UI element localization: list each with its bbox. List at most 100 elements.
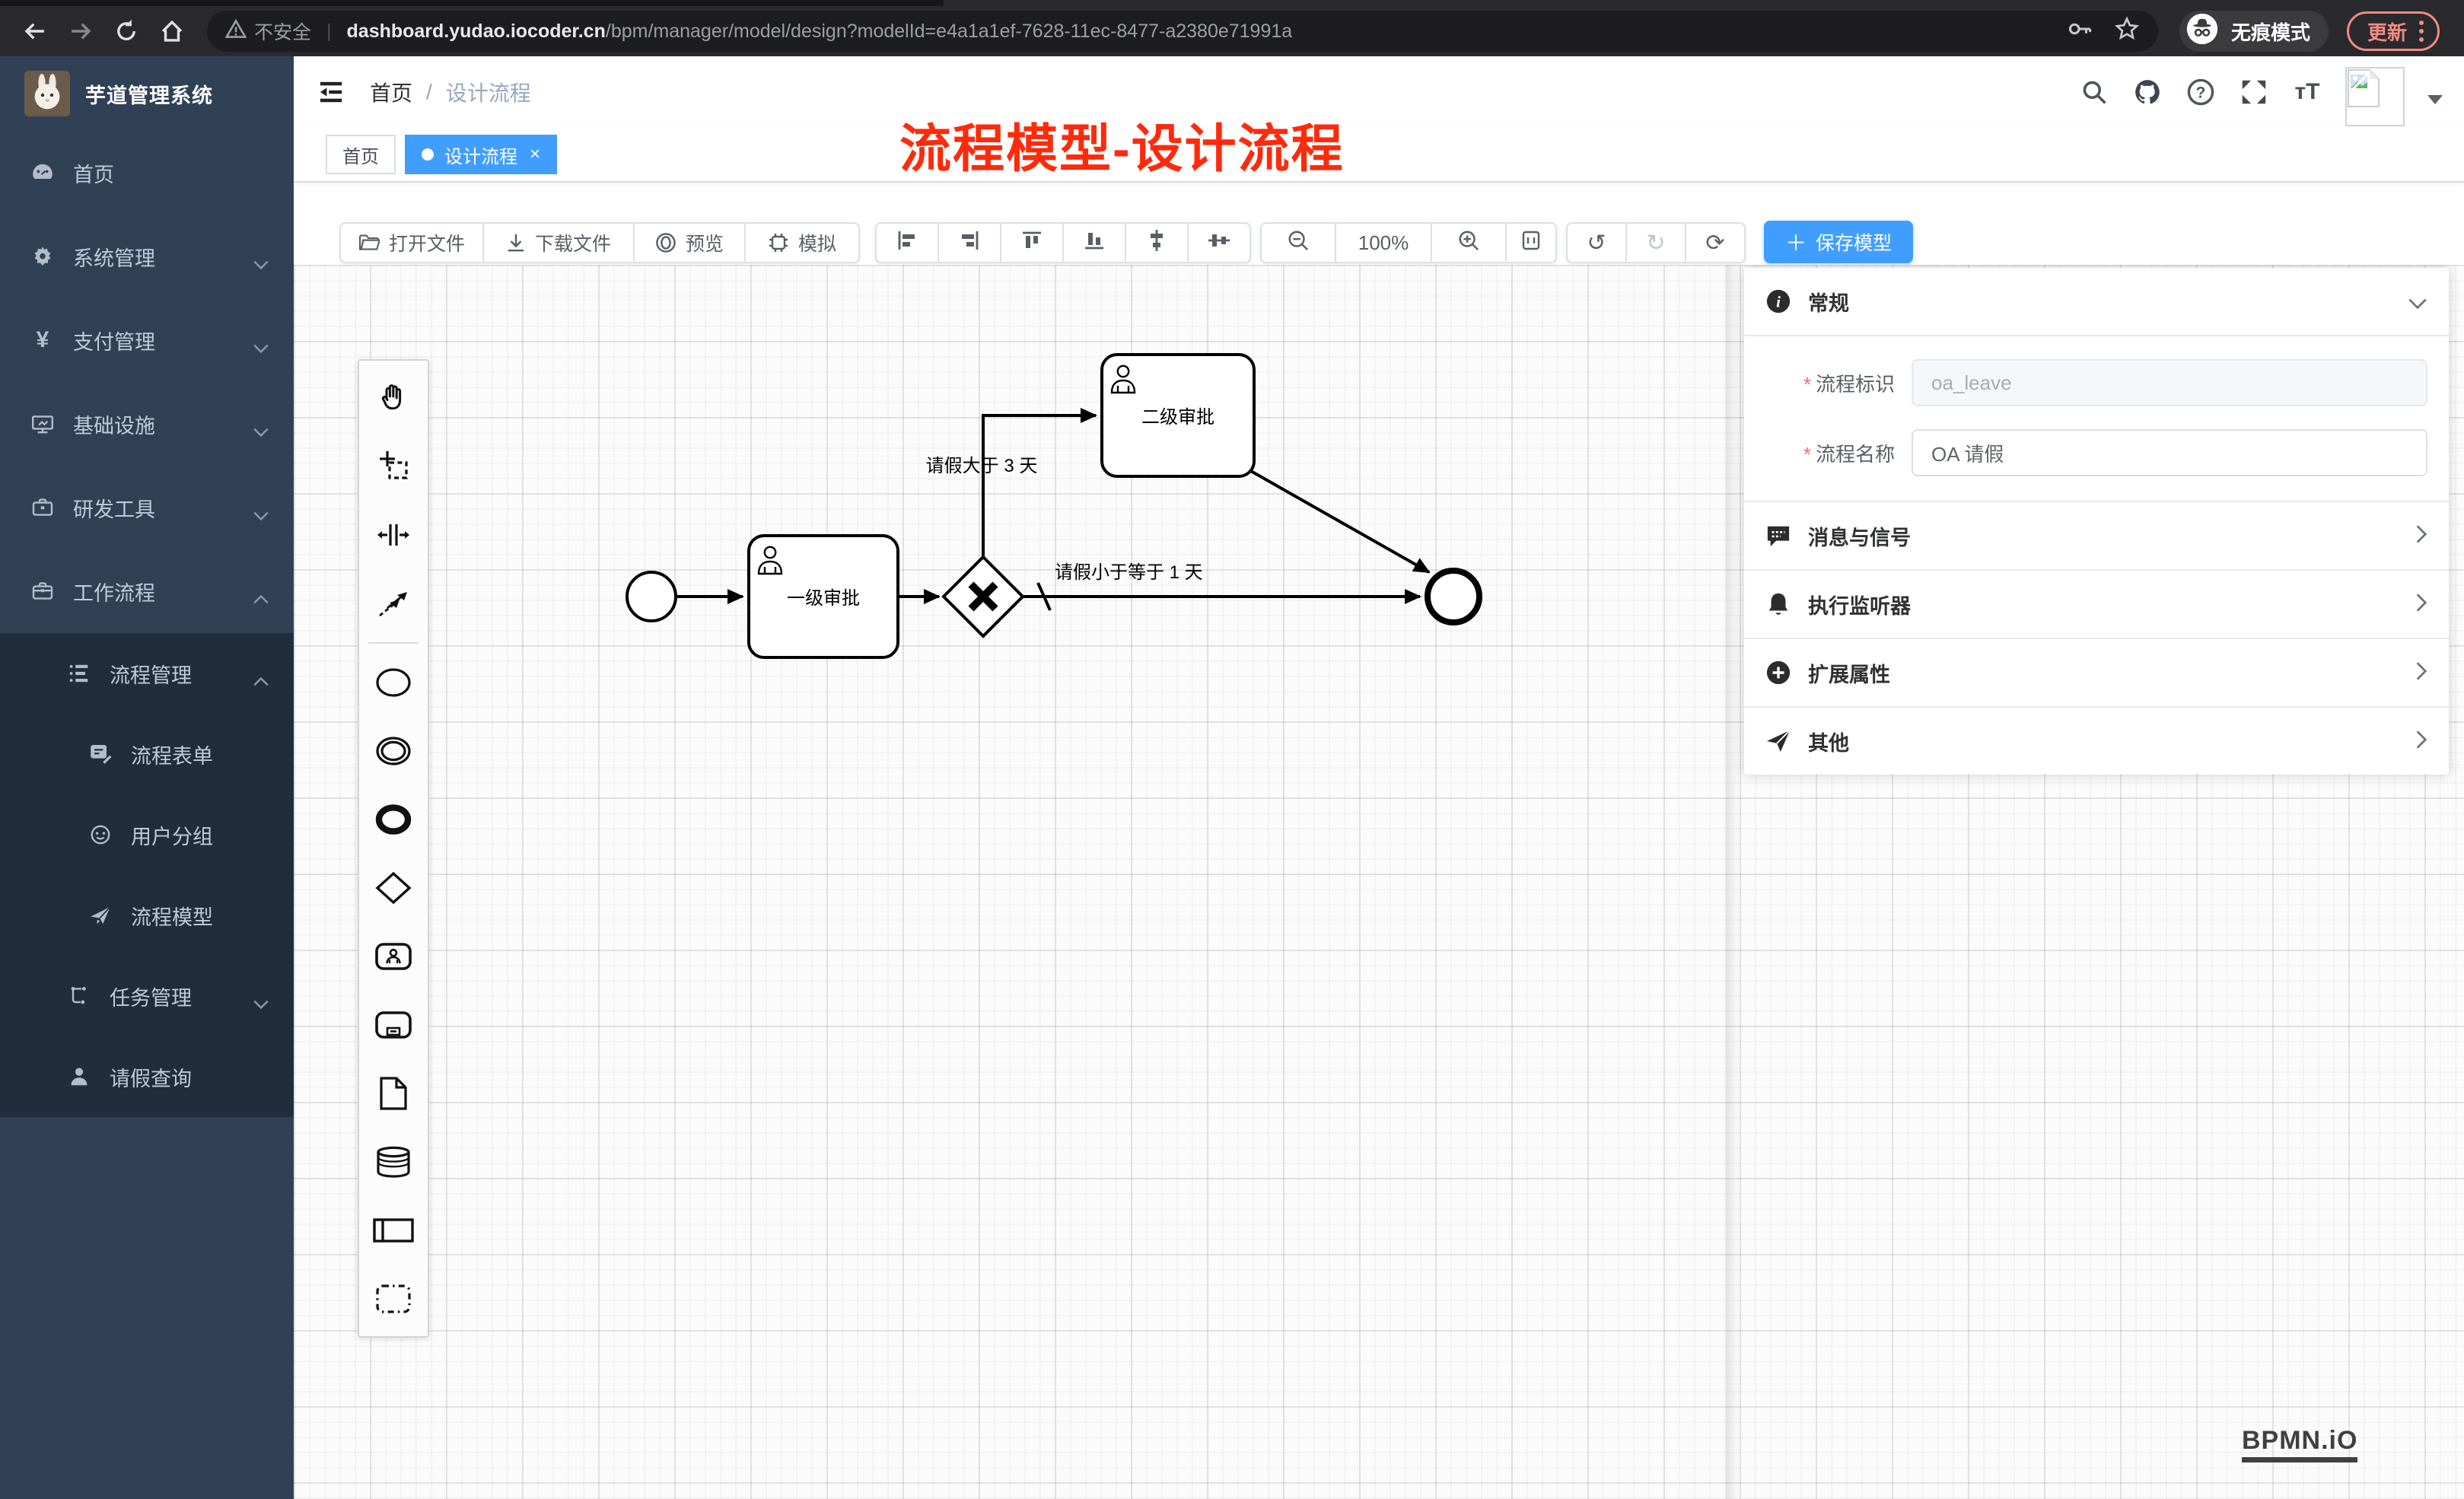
sidebar-submenu-workflow: 流程管理 流程表单 用户分组 <box>0 633 294 1117</box>
zoom-out-button[interactable] <box>1260 222 1336 263</box>
breadcrumb-current: 设计流程 <box>446 77 531 107</box>
sidebar-item-system[interactable]: 系统管理 <box>0 215 294 298</box>
dashboard-icon <box>30 161 55 185</box>
create-subprocess-icon[interactable] <box>359 991 428 1059</box>
create-data-object-icon[interactable] <box>359 1059 428 1128</box>
close-icon[interactable]: × <box>530 145 540 164</box>
redo-button[interactable]: ↻ <box>1625 222 1686 263</box>
bpmn-io-watermark[interactable]: BPMN.iO <box>2242 1426 2357 1462</box>
button-label: 模拟 <box>798 229 836 256</box>
bpmn-diagram[interactable]: 一级审批 请假大于 3 天 <box>294 265 1755 980</box>
sidebar-item-infra[interactable]: 基础设施 <box>0 382 294 466</box>
flow-label-gt3days[interactable]: 请假大于 3 天 <box>926 456 1038 476</box>
preview-button[interactable]: 预览 <box>633 222 746 263</box>
browser-tab-strip <box>0 0 944 6</box>
create-participant-icon[interactable] <box>359 1196 428 1265</box>
flow-gateway-to-task2[interactable] <box>983 415 1096 557</box>
help-icon[interactable]: ? <box>2185 77 2216 107</box>
panel-section-other[interactable]: 其他 <box>1744 708 2449 775</box>
sidebar-item-workflow[interactable]: 工作流程 <box>0 549 294 633</box>
align-right-icon <box>959 230 980 256</box>
field-label: *流程标识 <box>1765 369 1912 397</box>
section-title: 消息与信号 <box>1808 521 1911 551</box>
chevron-right-icon[interactable] <box>2415 659 2427 687</box>
panel-section-message-signal[interactable]: 消息与信号 <box>1744 502 2449 569</box>
simulate-button[interactable]: 模拟 <box>744 222 860 263</box>
sidebar-item-home[interactable]: 首页 <box>0 131 294 215</box>
process-key-input[interactable] <box>1912 359 2427 406</box>
flow-label-le1day[interactable]: 请假小于等于 1 天 <box>1055 562 1203 583</box>
required-asterisk: * <box>1803 443 1811 466</box>
zoom-in-button[interactable] <box>1431 222 1507 263</box>
download-file-button[interactable]: 下载文件 <box>482 222 635 263</box>
undo-button[interactable]: ↺ <box>1566 222 1627 263</box>
align-right-button[interactable] <box>938 222 1001 263</box>
create-group-icon[interactable] <box>359 1265 428 1333</box>
chevron-down-icon <box>253 503 269 527</box>
breadcrumb-home[interactable]: 首页 <box>370 77 412 107</box>
sidebar-collapse-icon[interactable] <box>315 75 349 109</box>
align-top-button[interactable] <box>1000 222 1064 263</box>
security-label[interactable]: 不安全 <box>254 18 311 45</box>
browser-update-button[interactable]: 更新 <box>2347 11 2440 51</box>
fit-view-icon <box>1520 230 1542 256</box>
search-icon[interactable] <box>2079 77 2109 107</box>
browser-forward-button[interactable] <box>61 11 100 51</box>
app-logo[interactable]: 芋道管理系统 <box>0 56 294 131</box>
url-bar[interactable]: 不安全 | dashboard.yudao.iocoder.cn/bpm/man… <box>207 11 2158 52</box>
align-bottom-button[interactable] <box>1062 222 1126 263</box>
flow-task2-to-end[interactable] <box>1250 470 1429 572</box>
panel-section-general[interactable]: i 常规 <box>1744 268 2449 335</box>
browser-reload-button[interactable] <box>107 11 146 51</box>
sidebar-item-label: 基础设施 <box>73 409 155 439</box>
open-file-icon <box>358 234 380 252</box>
user-avatar[interactable] <box>2345 67 2405 126</box>
sidebar-item-label: 任务管理 <box>110 982 192 1011</box>
tags-view: 首页 设计流程 × <box>294 128 2464 183</box>
panel-section-execution-listener[interactable]: 执行监听器 <box>1744 571 2449 638</box>
sidebar-item-devtools[interactable]: 研发工具 <box>0 466 294 549</box>
panel-section-extended-attrs[interactable]: 扩展属性 <box>1744 639 2449 706</box>
tag-home[interactable]: 首页 <box>326 135 396 174</box>
bookmark-star-icon[interactable] <box>2114 16 2140 47</box>
sidebar-item-task-mgmt[interactable]: 任务管理 <box>0 956 294 1036</box>
browser-home-button[interactable] <box>152 11 192 51</box>
create-data-store-icon[interactable] <box>359 1128 428 1196</box>
sidebar-item-process-model[interactable]: 流程模型 <box>0 875 294 956</box>
open-file-button[interactable]: 打开文件 <box>339 222 484 263</box>
people-icon <box>88 823 113 847</box>
sidebar-item-process-mgmt[interactable]: 流程管理 <box>0 633 294 714</box>
fullscreen-icon[interactable] <box>2239 77 2269 107</box>
sidebar-item-label: 系统管理 <box>73 242 155 272</box>
tag-label: 首页 <box>342 142 379 168</box>
bpmn-canvas[interactable]: 一级审批 请假大于 3 天 <box>294 265 2464 1499</box>
incognito-label: 无痕模式 <box>2231 18 2310 46</box>
align-middle-button[interactable] <box>1125 222 1189 263</box>
sidebar-item-leave-query[interactable]: 请假查询 <box>0 1036 294 1117</box>
save-model-button[interactable]: ＋ 保存模型 <box>1764 221 1913 263</box>
browser-back-button[interactable] <box>15 11 55 51</box>
align-left-button[interactable] <box>875 222 939 263</box>
chevron-right-icon[interactable] <box>2415 727 2427 756</box>
avatar-dropdown-icon[interactable] <box>2427 95 2443 104</box>
sidebar-item-payment[interactable]: ¥ 支付管理 <box>0 298 294 382</box>
top-navbar: 首页 / 设计流程 ? т <box>294 56 2464 128</box>
font-size-icon[interactable]: тT <box>2292 77 2322 107</box>
chevron-right-icon[interactable] <box>2415 590 2427 619</box>
browser-menu-icon[interactable] <box>2419 21 2424 42</box>
start-event[interactable] <box>627 572 676 621</box>
sidebar-item-process-form[interactable]: 流程表单 <box>0 714 294 794</box>
align-center-button[interactable] <box>1187 222 1251 263</box>
key-icon[interactable] <box>2067 18 2093 46</box>
preview-icon <box>655 232 676 253</box>
sidebar-item-user-group[interactable]: 用户分组 <box>0 794 294 875</box>
end-event[interactable] <box>1428 571 1479 622</box>
github-icon[interactable] <box>2132 77 2163 107</box>
logo-avatar <box>24 71 70 116</box>
tag-design-process[interactable]: 设计流程 × <box>405 135 557 174</box>
chevron-down-icon[interactable] <box>2408 288 2427 316</box>
fit-view-button[interactable] <box>1505 222 1557 263</box>
process-name-input[interactable] <box>1912 429 2427 476</box>
chevron-right-icon[interactable] <box>2415 522 2427 550</box>
restart-button[interactable]: ⟳ <box>1685 222 1746 263</box>
